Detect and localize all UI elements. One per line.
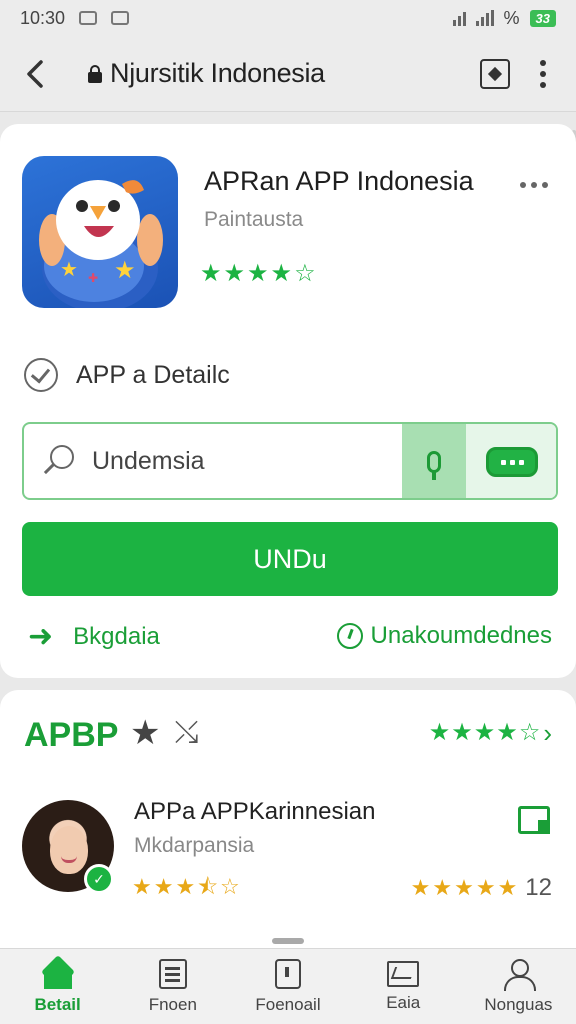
nav-item-1[interactable]: Fnoen	[115, 949, 230, 1024]
device-icon[interactable]	[518, 806, 550, 834]
app-icon[interactable]: ★ ★ ✚	[22, 156, 178, 308]
star-icon[interactable]: ★	[130, 716, 160, 750]
review-count-rating: ★ ★ ★ ★ ★ 12	[411, 874, 552, 902]
app-name: APRan APP Indonesia	[204, 166, 474, 196]
bookmark-button[interactable]	[480, 58, 510, 89]
rating-star-icon: ★	[496, 719, 518, 746]
top-app-bar: Njursitik Indonesia	[0, 36, 576, 112]
arrow-right-icon: ➜	[28, 620, 54, 653]
notification-icon	[79, 11, 98, 25]
reviewer-subtitle: Mkdarpansia	[134, 834, 255, 857]
rating-star-icon: ☆	[220, 874, 240, 899]
back-arrow-icon	[27, 59, 43, 88]
avatar-face	[50, 826, 88, 874]
rating-star-icon: ★	[270, 260, 293, 287]
nav-label: Foenoail	[255, 994, 321, 1014]
install-button[interactable]: UNDu	[22, 522, 558, 596]
status-time: 10:30	[20, 7, 66, 28]
reviewer-stars: ★ ★ ★ ⯪ ☆	[132, 876, 240, 898]
scan-button[interactable]	[466, 424, 556, 498]
app-detail-row[interactable]: APP a Detailc	[24, 358, 230, 392]
svg-text:★: ★	[60, 257, 78, 281]
page-title: Njursitik Indonesia	[110, 58, 325, 88]
detail-label: APP a Detailc	[76, 360, 230, 389]
reviewer-name: APPa APPKarinnesian	[134, 798, 376, 825]
nav-label: Betail	[34, 994, 81, 1014]
mascot-icon: ★ ★ ✚	[39, 180, 163, 308]
left-link[interactable]: ➜ Bkgdaia	[28, 622, 160, 652]
review-rating[interactable]: ★ ★ ★ ★ ☆ ›	[429, 720, 552, 746]
rating-star-icon: ★	[428, 719, 451, 746]
rating-star-icon: ★	[153, 874, 174, 899]
nav-item-0[interactable]: Betail	[0, 949, 115, 1024]
right-link-label: Unakoumdednes	[370, 622, 552, 649]
nav-item-3[interactable]: Eaia	[346, 949, 461, 1024]
check-circle-icon	[24, 358, 58, 392]
nav-item-4[interactable]: Nonguas	[461, 949, 576, 1024]
verified-badge-icon: ✓	[84, 864, 114, 894]
rating-star-icon: ★	[497, 875, 518, 900]
svg-text:★: ★	[114, 256, 136, 284]
person-icon	[503, 958, 537, 991]
right-link[interactable]: Unakoumdednes	[336, 622, 552, 650]
search-input[interactable]	[92, 446, 382, 476]
review-section-title: APBP	[24, 716, 119, 754]
lock-icon	[88, 64, 102, 83]
clock-icon	[336, 623, 363, 649]
back-button[interactable]	[0, 36, 70, 112]
list-icon	[158, 958, 187, 989]
search-bar[interactable]	[22, 422, 558, 500]
notification-icon	[111, 11, 130, 25]
search-icon	[40, 443, 76, 479]
nav-label: Nonguas	[484, 994, 553, 1014]
home-icon	[41, 959, 75, 989]
signal-icon	[475, 10, 494, 26]
svg-text:✚: ✚	[88, 271, 98, 285]
voice-search-button[interactable]	[402, 424, 466, 498]
app-card: ★ ★ ✚ APRan APP Indonesia Paintausta ★ ★ ★…	[0, 124, 576, 678]
scan-icon	[486, 447, 538, 477]
rating-star-icon: ★	[223, 260, 246, 287]
rating-star-icon: ★	[132, 874, 152, 899]
battery-icon: 33	[529, 9, 556, 27]
app-rating: ★ ★ ★ ★ ☆	[200, 262, 316, 286]
rating-star-icon: ★	[410, 875, 431, 900]
avatar[interactable]: ✓	[22, 800, 114, 894]
review-card: APBP ★ ⤯ ★ ★ ★ ★ ☆ › ✓ APPa APPKarinnesian M…	[0, 690, 576, 948]
rating-star-icon: ☆	[518, 719, 541, 746]
rating-star-icon: ★	[475, 875, 496, 900]
nav-item-2[interactable]: Foenoail	[230, 949, 345, 1024]
rating-star-icon: ★	[473, 719, 496, 746]
rating-star-icon: ★	[451, 719, 473, 746]
rating-star-icon: ★	[200, 260, 222, 287]
share-icon[interactable]: ⤯	[174, 718, 198, 748]
nav-label: Fnoen	[148, 994, 197, 1014]
bag-icon	[275, 958, 301, 989]
rating-star-icon: ⯪	[197, 874, 219, 899]
rating-star-icon: ★	[175, 874, 196, 899]
more-options-icon[interactable]	[538, 59, 548, 88]
rating-star-icon: ☆	[294, 260, 316, 287]
chevron-right-icon: ›	[543, 718, 552, 748]
flag-icon	[387, 960, 420, 987]
left-link-label: Bkgdaia	[73, 623, 160, 650]
status-bar: 10:30 % 33	[0, 0, 576, 36]
review-count: 12	[525, 874, 552, 901]
rating-star-icon: ★	[432, 875, 453, 900]
nav-label: Eaia	[386, 992, 421, 1012]
bottom-navigation: Betail Fnoen Foenoail Eaia Nonguas	[0, 948, 576, 1024]
scroll-handle[interactable]	[272, 938, 304, 944]
app-developer: Paintausta	[204, 208, 304, 231]
signal-icon	[452, 10, 466, 26]
signal-text: %	[503, 7, 520, 28]
rating-star-icon: ★	[247, 260, 269, 287]
more-options-icon[interactable]	[520, 182, 548, 188]
rating-star-icon: ★	[454, 875, 474, 900]
mic-icon	[427, 451, 441, 480]
